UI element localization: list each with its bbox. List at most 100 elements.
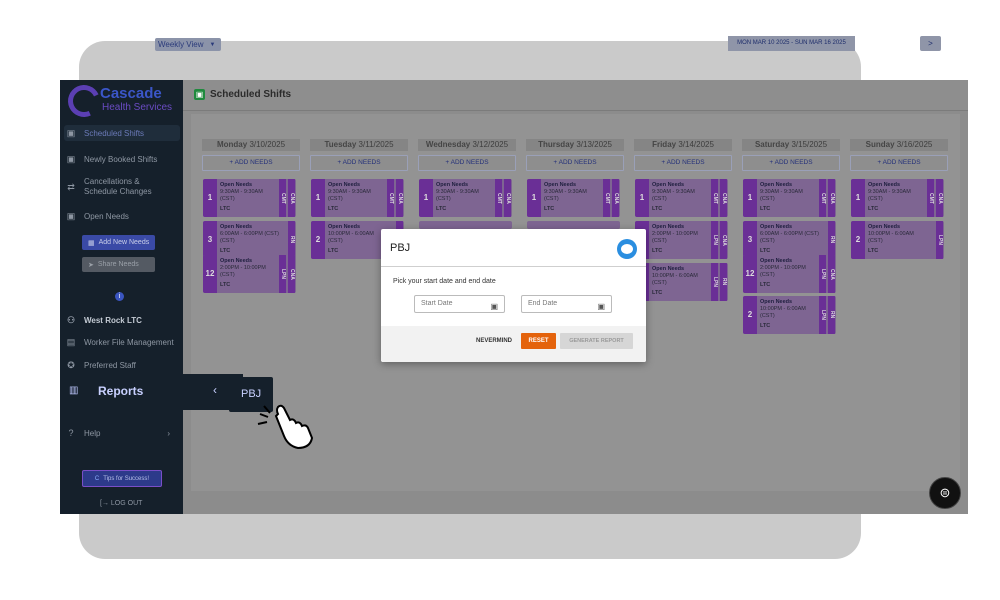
weekly-view-label: Weekly View <box>158 40 204 49</box>
shift-title: Open Needs <box>652 182 685 188</box>
shift-card[interactable]: 12 Open Needs 2:00PM - 10:00PM (CST) LTC LPN C… <box>203 255 296 293</box>
calendar-icon[interactable]: ▣ <box>490 299 498 315</box>
shift-role-badge: CNA <box>612 179 619 217</box>
day-column-friday: Friday 3/14/2025 + ADD NEEDS <box>634 139 732 171</box>
shift-card[interactable]: 1 Open Needs 9:30AM - 9:30AM (CST) LTC CMT CNA <box>743 179 836 217</box>
shift-card[interactable] <box>419 221 512 229</box>
calendar-icon: ▣ <box>66 128 76 138</box>
end-date-input[interactable]: End Date ▣ <box>521 295 612 313</box>
shift-title: Open Needs <box>544 182 577 188</box>
add-new-needs-button[interactable]: ▦ Add New Needs <box>82 235 155 250</box>
shift-card[interactable]: 2Open Needs10:00PM - 6:00AM(CST) LTC LPN <box>851 221 944 259</box>
day-column-saturday: Saturday 3/15/2025 + ADD NEEDS <box>742 139 840 171</box>
shift-time: 9:30AM - 9:30AM (CST) <box>220 189 263 202</box>
generate-report-button[interactable]: GENERATE REPORT <box>560 333 633 349</box>
add-needs-button[interactable]: + ADD NEEDS <box>202 155 300 171</box>
shift-title: Open Needs <box>220 182 253 188</box>
shift-time: 2:00PM - 10:00PM (CST) <box>760 265 806 278</box>
shift-time: 9:30AM - 9:30AM (CST) <box>760 189 803 202</box>
sidebar-item-label: Open Needs <box>84 211 129 221</box>
sidebar-item-open-needs[interactable]: ▣ Open Needs <box>64 210 180 222</box>
shift-card[interactable]: 12 Open Needs 2:00PM - 10:00PM (CST) LTC LPN C… <box>743 255 836 293</box>
shift-role-badge: CNA <box>720 221 727 259</box>
shift-count: 1 <box>527 179 541 217</box>
sidebar-item-preferred-staff[interactable]: ✪ Preferred Staff <box>64 359 180 371</box>
sidebar: Cascade Health Services ▣ Scheduled Shif… <box>60 80 183 514</box>
add-needs-button[interactable]: + ADD NEEDS <box>418 155 516 171</box>
shift-role-badge: RN <box>828 296 835 334</box>
shift-card[interactable]: Open Needs 10:00PM - 6:00AM (CST) LTC LPN RN <box>635 263 728 301</box>
logout-button[interactable]: [→ LOG OUT <box>100 500 142 507</box>
shift-card[interactable]: 1 Open Needs 9:30AM - 9:30AM (CST) LTC CMT CNA <box>419 179 512 217</box>
logout-icon: [→ <box>100 500 109 507</box>
weekly-view-select[interactable]: Weekly View ▼ <box>155 38 221 51</box>
shift-time: 9:30AM - 9:30AM (CST) <box>436 189 479 202</box>
nevermind-button[interactable]: NEVERMIND <box>476 338 512 344</box>
calendar-icon[interactable]: ▣ <box>597 299 605 315</box>
logout-label: LOG OUT <box>110 500 143 507</box>
sidebar-item-reports[interactable]: ▥ Reports ‹ <box>60 374 243 410</box>
dialog-title: PBJ <box>390 242 411 254</box>
calendar-icon: ▣ <box>194 89 205 100</box>
sidebar-item-label: Newly Booked Shifts <box>84 154 158 164</box>
shift-title: Open Needs <box>328 224 361 230</box>
shift-card[interactable]: 1 Open Needs 9:30AM - 9:30AM (CST) LTC CMT CNA <box>851 179 944 217</box>
sidebar-item-label: Help <box>84 428 101 438</box>
shift-card[interactable] <box>527 221 620 229</box>
shift-count: 2 <box>743 296 757 334</box>
help-icon: ? <box>68 428 74 438</box>
add-needs-button[interactable]: + ADD NEEDS <box>742 155 840 171</box>
shift-card[interactable]: 1 Open Needs 9:30AM - 9:30AM (CST) LTC CMT CNA <box>311 179 404 217</box>
sidebar-item-worker-files[interactable]: ▤ Worker File Management <box>64 336 180 348</box>
star-icon: ✪ <box>67 360 75 370</box>
shift-card[interactable]: 1 Open Needs 9:30AM - 9:30AM (CST) LTC CMT CNA <box>527 179 620 217</box>
shift-role-badge: CMT <box>495 179 502 217</box>
shift-role-badge: RN <box>828 221 835 259</box>
shift-role-badge: CMT <box>711 179 718 217</box>
sidebar-item-cancellations[interactable]: ⇄ Cancellations & Schedule Changes <box>64 177 180 197</box>
shift-card[interactable]: 2 Open Needs 10:00PM - 6:00AM (CST) LTC LPN RN <box>743 296 836 334</box>
shift-title: Open Needs <box>760 182 793 188</box>
chat-icon[interactable]: ⊜ <box>929 477 961 509</box>
chevron-left-icon: ‹ <box>213 383 217 397</box>
shift-time: 9:30AM - 9:30AM (CST) <box>544 189 587 202</box>
info-icon[interactable]: i <box>115 292 124 301</box>
add-needs-button[interactable]: + ADD NEEDS <box>634 155 732 171</box>
reset-button[interactable]: RESET <box>521 333 556 349</box>
shift-role-badge: CMT <box>279 179 286 217</box>
add-needs-button[interactable]: + ADD NEEDS <box>526 155 624 171</box>
shift-count: 1 <box>203 179 217 217</box>
shift-role-badge: CMT <box>927 179 934 217</box>
sidebar-item-label: Preferred Staff <box>84 360 136 370</box>
add-needs-button[interactable]: + ADD NEEDS <box>310 155 408 171</box>
sidebar-item-newly-booked[interactable]: ▣ Newly Booked Shifts <box>64 153 180 165</box>
shift-card[interactable]: 1 Open Needs 9:30AM - 9:30AM (CST) LTC CMT CNA <box>635 179 728 217</box>
shift-card[interactable]: 1 Open Needs 9:30AM - 9:30AM (CST) LTC CMT CNA <box>203 179 296 217</box>
add-needs-button[interactable]: + ADD NEEDS <box>850 155 948 171</box>
shift-title: Open Needs <box>760 258 793 264</box>
start-date-placeholder: Start Date <box>421 300 453 307</box>
sidebar-item-scheduled-shifts[interactable]: ▣ Scheduled Shifts <box>64 125 180 141</box>
tips-label: Tips for Success! <box>103 475 150 482</box>
shift-count: 1 <box>311 179 325 217</box>
sidebar-item-label: Cancellations & Schedule Changes <box>84 177 152 196</box>
shift-count: 1 <box>743 179 757 217</box>
sidebar-item-help[interactable]: ? Help › <box>64 427 180 439</box>
next-week-button[interactable]: > <box>920 36 941 51</box>
shift-card[interactable]: 3 Open Needs 6:00AM - 6:00PM (CST) (CST) LTC… <box>743 221 836 259</box>
facility-selector[interactable]: ⚇ West Rock LTC <box>64 314 180 326</box>
shift-title: Open Needs <box>760 299 793 305</box>
shift-card[interactable]: 3 Open Needs 6:00AM - 6:00PM (CST) (CST) LTC… <box>203 221 296 259</box>
shift-card[interactable]: Open Needs 2:00PM - 10:00PM (CST) LTC LPN CNA <box>635 221 728 259</box>
start-date-input[interactable]: Start Date ▣ <box>414 295 505 313</box>
swap-icon: ⇄ <box>67 182 75 192</box>
shift-unit: LTC <box>760 248 771 254</box>
shift-time: 9:30AM - 9:30AM (CST) <box>868 189 911 202</box>
calendar-icon: ▣ <box>66 154 76 164</box>
shift-role-badge: CNA <box>288 255 295 293</box>
shift-role-badge: CNA <box>396 179 403 217</box>
tips-button[interactable]: C Tips for Success! <box>82 470 162 487</box>
day-header: Thursday 3/13/2025 <box>526 139 624 151</box>
share-needs-button[interactable]: ➤ Share Needs <box>82 257 155 272</box>
date-range-display: MON MAR 10 2025 - SUN MAR 16 2025 <box>728 36 855 51</box>
